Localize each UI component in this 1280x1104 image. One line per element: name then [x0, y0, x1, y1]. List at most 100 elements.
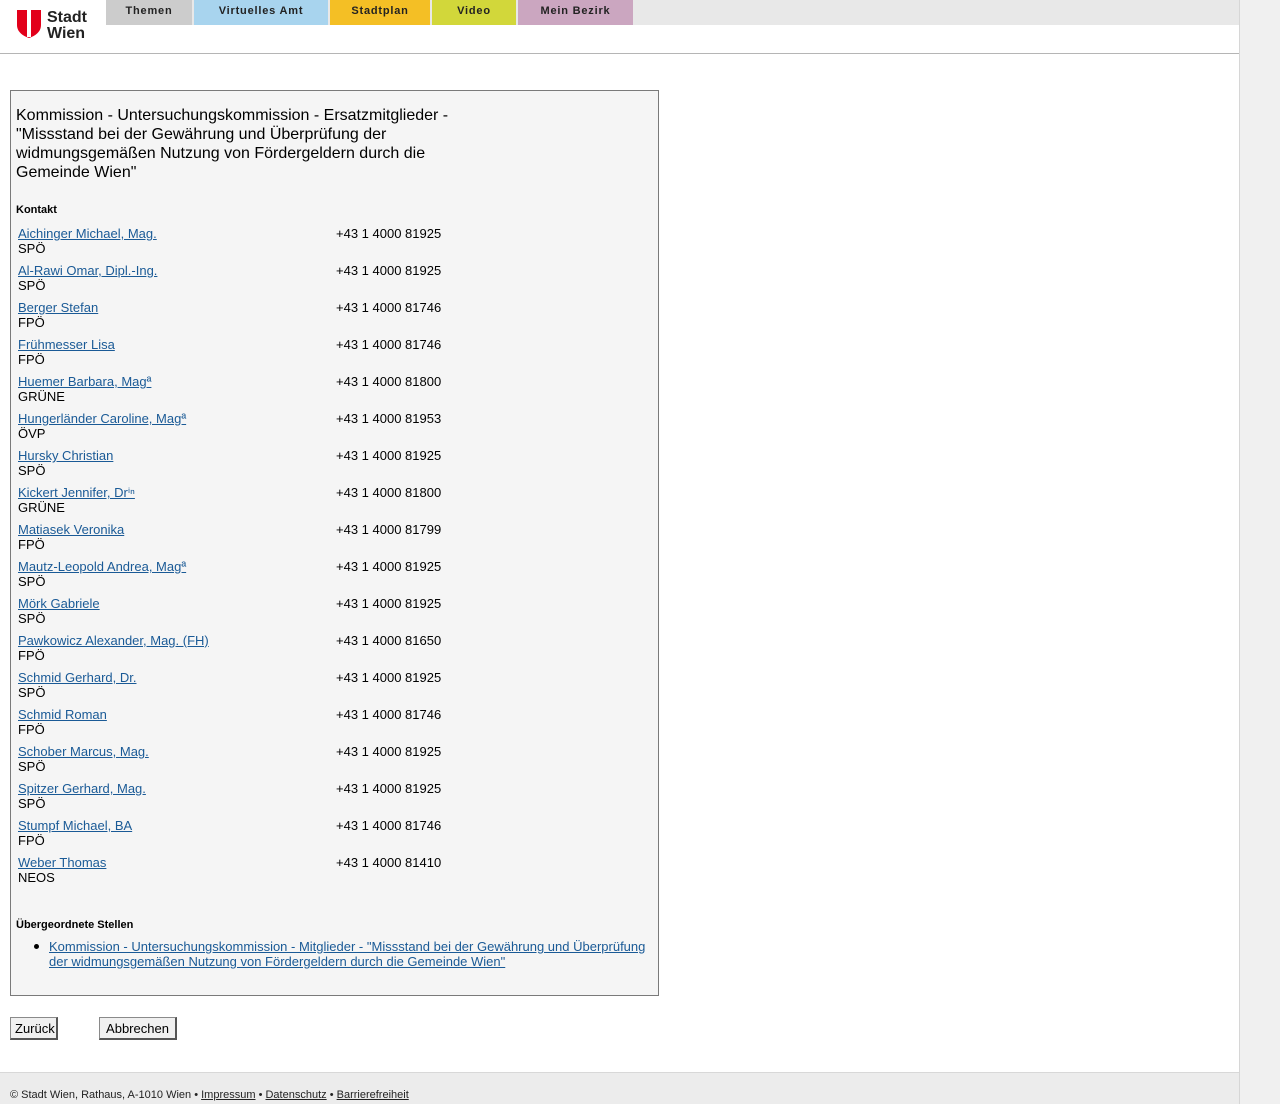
contact-row: Spitzer Gerhard, Mag. SPÖ +43 1 4000 81925: [18, 781, 648, 818]
contact-name-link[interactable]: Matiasek Veronika: [18, 522, 124, 537]
contact-row: Pawkowicz Alexander, Mag. (FH) FPÖ +43 1 4…: [18, 633, 648, 670]
contact-row: Schober Marcus, Mag. SPÖ +43 1 4000 81925: [18, 744, 648, 781]
contact-name-link[interactable]: Aichinger Michael, Mag.: [18, 226, 157, 241]
footer-separator: •: [326, 1089, 337, 1101]
nav-tab-virtuelles-amt[interactable]: Virtuelles Amt: [194, 0, 328, 25]
contact-name-link[interactable]: Schmid Gerhard, Dr.: [18, 670, 137, 685]
contact-row: Schmid Roman FPÖ +43 1 4000 81746: [18, 707, 648, 744]
contact-party: GRÜNE: [18, 500, 65, 515]
contact-party: FPÖ: [18, 315, 45, 330]
contact-row: Matiasek Veronika FPÖ +43 1 4000 81799: [18, 522, 648, 559]
contact-phone: +43 1 4000 81925: [336, 448, 442, 463]
footer-text: © Stadt Wien, Rathaus, A-1010 Wien • Imp…: [10, 1089, 409, 1101]
contact-party: SPÖ: [18, 463, 46, 478]
vertical-scrollbar[interactable]: [1239, 0, 1280, 1104]
contact-party: FPÖ: [18, 537, 45, 552]
contact-party: FPÖ: [18, 352, 45, 367]
contact-party: FPÖ: [18, 722, 45, 737]
parent-unit-link[interactable]: Kommission - Untersuchungskommission - M…: [49, 939, 645, 969]
contact-row: Frühmesser Lisa FPÖ +43 1 4000 81746: [18, 337, 648, 374]
footer-copyright: © Stadt Wien, Rathaus, A-1010 Wien: [10, 1089, 192, 1101]
parent-units-heading: Übergeordnete Stellen: [16, 919, 134, 931]
contact-name-link[interactable]: Frühmesser Lisa: [18, 337, 115, 352]
footer-separator: •: [255, 1089, 266, 1101]
contact-phone: +43 1 4000 81746: [336, 337, 442, 352]
contact-name-link[interactable]: Mautz-Leopold Andrea, Magª: [18, 559, 186, 574]
contact-name-link[interactable]: Schmid Roman: [18, 707, 107, 722]
footer-separator: •: [191, 1089, 202, 1101]
contact-phone: +43 1 4000 81746: [336, 300, 442, 315]
contact-party: SPÖ: [18, 759, 46, 774]
contact-phone: +43 1 4000 81925: [336, 263, 442, 278]
logo-line-2: Wien: [47, 25, 86, 42]
contact-phone: +43 1 4000 81799: [336, 522, 442, 537]
contact-row: Schmid Gerhard, Dr. SPÖ +43 1 4000 81925: [18, 670, 648, 707]
contact-name-link[interactable]: Kickert Jennifer, Drⁱⁿ: [18, 485, 135, 501]
contact-name-link[interactable]: Hungerländer Caroline, Magª: [18, 411, 186, 426]
commission-panel: Kommission - Untersuchungskommission - E…: [10, 90, 659, 996]
datenschutz-link[interactable]: Datenschutz: [265, 1089, 326, 1101]
contact-phone: +43 1 4000 81410: [336, 855, 442, 870]
contact-party: SPÖ: [18, 685, 46, 700]
logo-line-1: Stadt: [47, 9, 87, 26]
contact-name-link[interactable]: Hursky Christian: [18, 448, 113, 463]
contact-party: SPÖ: [18, 611, 46, 626]
contact-party: SPÖ: [18, 796, 46, 811]
stadt-wien-logo[interactable]: Stadt Wien: [17, 10, 87, 42]
contact-row: Aichinger Michael, Mag. SPÖ +43 1 4000 819…: [18, 226, 648, 263]
contact-phone: +43 1 4000 81925: [336, 559, 442, 574]
contact-phone: +43 1 4000 81800: [336, 485, 442, 500]
contact-name-link[interactable]: Huemer Barbara, Magª: [18, 374, 151, 389]
contact-row: Hursky Christian SPÖ +43 1 4000 81925: [18, 448, 648, 485]
site-footer: © Stadt Wien, Rathaus, A-1010 Wien • Imp…: [0, 1072, 1239, 1104]
contact-name-link[interactable]: Schober Marcus, Mag.: [18, 744, 149, 759]
contact-row: Berger Stefan FPÖ +43 1 4000 81746: [18, 300, 648, 337]
contact-party: SPÖ: [18, 278, 46, 293]
contact-row: Kickert Jennifer, Drⁱⁿ GRÜNE +43 1 4000 81…: [18, 485, 648, 522]
contact-row: Stumpf Michael, BA FPÖ +43 1 4000 81746: [18, 818, 648, 855]
contact-party: SPÖ: [18, 241, 46, 256]
vienna-shield-icon: [17, 10, 41, 38]
contact-name-link[interactable]: Berger Stefan: [18, 300, 98, 315]
contact-heading: Kontakt: [16, 204, 57, 216]
contact-phone: +43 1 4000 81925: [336, 744, 442, 759]
parent-units-list: Kommission - Untersuchungskommission - M…: [31, 939, 651, 969]
nav-tab-video[interactable]: Video: [432, 0, 516, 25]
contact-row: Al-Rawi Omar, Dipl.-Ing. SPÖ +43 1 4000 81…: [18, 263, 648, 300]
contact-name-link[interactable]: Weber Thomas: [18, 855, 106, 870]
contact-party: SPÖ: [18, 574, 46, 589]
contact-row: Mörk Gabriele SPÖ +43 1 4000 81925: [18, 596, 648, 633]
barrierefreiheit-link[interactable]: Barrierefreiheit: [337, 1089, 409, 1101]
contact-phone: +43 1 4000 81746: [336, 818, 442, 833]
nav-tab-themen[interactable]: Themen: [106, 0, 192, 25]
contact-party: GRÜNE: [18, 389, 65, 404]
contact-name-link[interactable]: Al-Rawi Omar, Dipl.-Ing.: [18, 263, 157, 278]
site-header: Stadt Wien Themen Virtuelles Amt Stadtpl…: [0, 0, 1239, 54]
nav-tab-stadtplan[interactable]: Stadtplan: [330, 0, 430, 25]
cancel-button[interactable]: Abbrechen: [99, 1017, 177, 1040]
nav-tab-mein-bezirk[interactable]: Mein Bezirk: [518, 0, 633, 25]
contact-phone: +43 1 4000 81925: [336, 596, 442, 611]
contact-phone: +43 1 4000 81953: [336, 411, 442, 426]
contact-phone: +43 1 4000 81925: [336, 226, 442, 241]
back-button[interactable]: Zurück: [10, 1017, 58, 1040]
impressum-link[interactable]: Impressum: [201, 1089, 255, 1101]
parent-unit-item: Kommission - Untersuchungskommission - M…: [31, 939, 651, 969]
contact-party: FPÖ: [18, 648, 45, 663]
contact-row: Hungerländer Caroline, Magª ÖVP +43 1 4000…: [18, 411, 648, 448]
contact-party: NEOS: [18, 870, 55, 885]
contact-phone: +43 1 4000 81746: [336, 707, 442, 722]
contact-name-link[interactable]: Spitzer Gerhard, Mag.: [18, 781, 146, 796]
contact-name-link[interactable]: Pawkowicz Alexander, Mag. (FH): [18, 633, 209, 648]
contact-row: Weber Thomas NEOS +43 1 4000 81410: [18, 855, 648, 892]
contact-name-link[interactable]: Mörk Gabriele: [18, 596, 100, 611]
contact-row: Mautz-Leopold Andrea, Magª SPÖ +43 1 4000 …: [18, 559, 648, 596]
contact-phone: +43 1 4000 81650: [336, 633, 442, 648]
contact-phone: +43 1 4000 81925: [336, 781, 442, 796]
logo-text: Stadt Wien: [47, 10, 87, 42]
contact-phone: +43 1 4000 81925: [336, 670, 442, 685]
contact-row: Huemer Barbara, Magª GRÜNE +43 1 4000 8180…: [18, 374, 648, 411]
contact-name-link[interactable]: Stumpf Michael, BA: [18, 818, 132, 833]
contact-party: FPÖ: [18, 833, 45, 848]
contact-party: ÖVP: [18, 426, 46, 441]
